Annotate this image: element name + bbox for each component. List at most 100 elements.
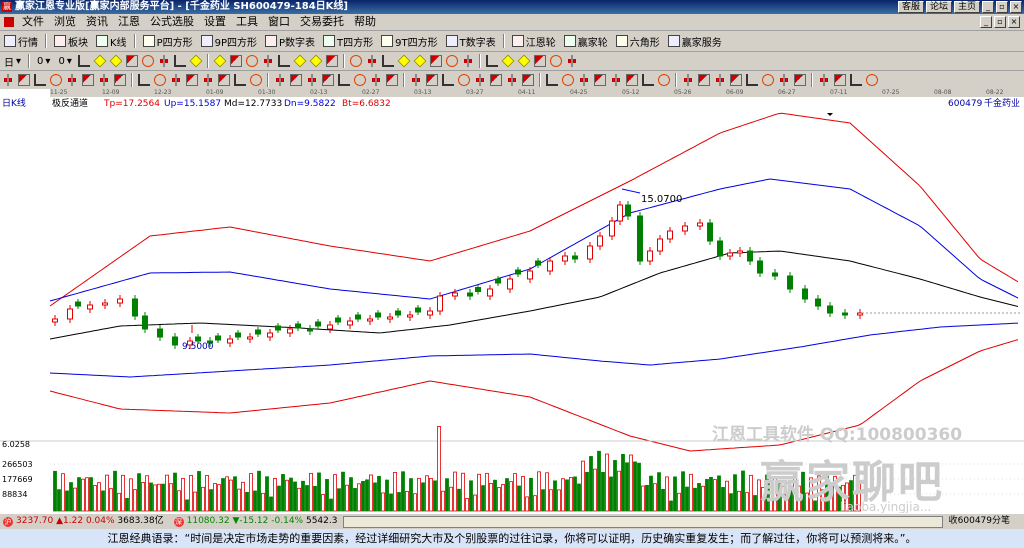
tool-icon[interactable] [442,74,454,86]
tool-icon[interactable] [818,74,830,86]
tool-icon[interactable] [154,74,166,86]
tool-icon[interactable] [98,74,110,86]
tool-icon[interactable] [714,74,726,86]
tool-icon[interactable] [157,55,170,67]
child-restore-icon[interactable]: ▫ [994,16,1006,28]
tool-icon[interactable] [82,74,94,86]
tool-icon[interactable] [34,74,46,86]
tool-icon[interactable] [93,54,107,68]
tool-icon[interactable] [370,74,382,86]
tool-icon[interactable] [386,74,398,86]
tool-icon[interactable] [274,74,286,86]
tool-icon[interactable] [794,74,806,86]
tool-icon[interactable] [850,74,862,86]
tool-icon[interactable] [66,74,78,86]
toolbar-button-9[interactable]: 江恩轮 [508,34,560,49]
tool-icon[interactable] [533,55,546,67]
tool-icon[interactable] [642,74,654,86]
tool-icon[interactable] [549,55,562,67]
tool-icon[interactable] [501,54,515,68]
tool-icon[interactable] [114,74,126,86]
tool-icon[interactable] [189,54,203,68]
tool-icon[interactable] [213,54,227,68]
tool-icon[interactable] [594,74,606,86]
tool-icon[interactable] [77,55,90,67]
forum-button[interactable]: 论坛 [925,1,952,13]
tool-icon[interactable] [261,55,274,67]
tool-icon[interactable] [834,74,846,86]
step-dropdown[interactable]: 0 ▾ [54,56,75,67]
toolbar-button-1[interactable]: 板块 [50,34,92,49]
tool-icon[interactable] [458,74,470,86]
tool-icon[interactable] [138,74,150,86]
tool-icon[interactable] [141,55,154,67]
menu-window[interactable]: 窗口 [263,14,295,30]
tool-icon[interactable] [50,74,62,86]
tool-icon[interactable] [173,55,186,67]
tool-icon[interactable] [426,74,438,86]
menu-file[interactable]: 文件 [17,14,49,30]
tool-icon[interactable] [277,55,290,67]
toolbar-button-5[interactable]: P数字表 [261,34,319,49]
tool-icon[interactable] [354,74,366,86]
menu-trade[interactable]: 交易委托 [295,14,349,30]
tool-icon[interactable] [698,74,710,86]
tool-icon[interactable] [778,74,790,86]
minimize-icon[interactable]: _ [982,1,994,13]
toolbar-button-6[interactable]: T四方形 [319,34,377,49]
status-scrollbar[interactable] [343,515,943,528]
tool-icon[interactable] [202,74,214,86]
toolbar-button-0[interactable]: 行情 [0,34,42,49]
tool-icon[interactable] [2,74,14,86]
tool-icon[interactable] [234,74,246,86]
toolbar-button-11[interactable]: 六角形 [612,34,664,49]
tool-icon[interactable] [746,74,758,86]
tool-icon[interactable] [522,74,534,86]
tool-icon[interactable] [429,55,442,67]
service-button[interactable]: 客服 [897,1,924,13]
tool-icon[interactable] [170,74,182,86]
tool-icon[interactable] [229,55,242,67]
home-button[interactable]: 主页 [953,1,980,13]
menu-tools[interactable]: 工具 [231,14,263,30]
tool-icon[interactable] [474,74,486,86]
close-icon[interactable]: × [1010,1,1022,13]
tool-icon[interactable] [682,74,694,86]
tool-icon[interactable] [306,74,318,86]
tool-icon[interactable] [578,74,590,86]
tool-icon[interactable] [658,74,670,86]
tool-icon[interactable] [562,74,574,86]
menu-gann[interactable]: 江恩 [113,14,145,30]
tool-icon[interactable] [349,55,362,67]
tool-icon[interactable] [322,74,334,86]
tool-icon[interactable] [338,74,350,86]
tool-icon[interactable] [490,74,502,86]
tool-icon[interactable] [626,74,638,86]
tool-icon[interactable] [730,74,742,86]
tool-icon[interactable] [125,55,138,67]
tool-icon[interactable] [410,74,422,86]
tool-icon[interactable] [218,74,230,86]
tool-icon[interactable] [309,54,323,68]
tool-icon[interactable] [325,55,338,67]
tool-icon[interactable] [186,74,198,86]
tool-icon[interactable] [250,74,262,86]
period-dropdown[interactable]: 日 ▾ [0,54,25,69]
tool-icon[interactable] [290,74,302,86]
tool-icon[interactable] [109,54,123,68]
toolbar-button-8[interactable]: T数字表 [442,34,500,49]
tool-icon[interactable] [762,74,774,86]
tool-icon[interactable] [293,54,307,68]
tick-detail-label[interactable]: 收600479分笔 [949,514,1010,529]
tool-icon[interactable] [506,74,518,86]
toolbar-button-2[interactable]: K线 [92,34,131,49]
menu-browse[interactable]: 浏览 [49,14,81,30]
tool-icon[interactable] [610,74,622,86]
toolbar-button-12[interactable]: 赢家服务 [664,34,726,49]
child-close-icon[interactable]: × [1008,16,1020,28]
tool-icon[interactable] [381,55,394,67]
menu-help[interactable]: 帮助 [349,14,381,30]
tool-icon[interactable] [445,55,458,67]
tool-icon[interactable] [245,55,258,67]
menu-settings[interactable]: 设置 [199,14,231,30]
